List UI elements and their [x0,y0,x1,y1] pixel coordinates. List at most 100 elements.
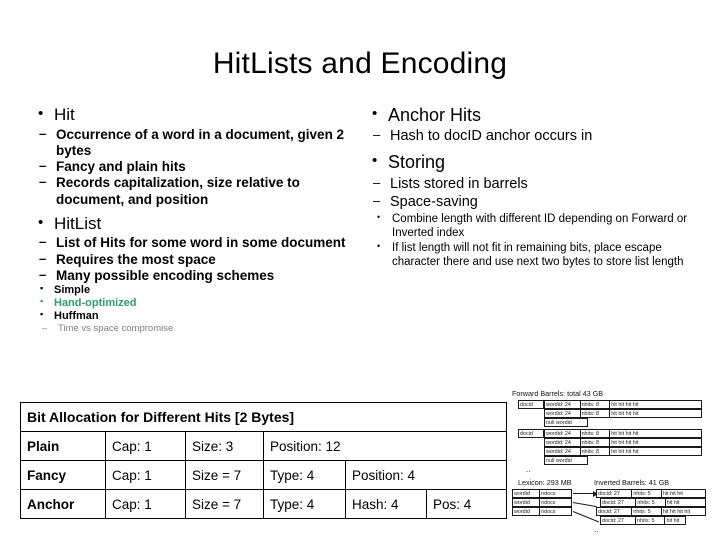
bit-allocation-table: Bit Allocation for Different Hits [2 Byt… [19,402,508,519]
lexicon-caption: Lexicon: 293 MB [518,478,572,487]
inverted-row: docid: 27 nhits: 5 hit hit hit [596,489,706,498]
bullet-text: Hash to docID anchor occurs in [390,128,593,145]
bullet-square-icon: ▪ [40,295,44,306]
bullet-dot-icon: • [372,105,378,122]
page-title: HitLists and Encoding [212,47,508,80]
inverted-row: docid: 27 nhits: 5 hit hit [600,516,686,525]
cell-anchor-hash: Hash: 4 [345,489,427,519]
bullet-dot-icon: • [38,105,44,122]
forward-wordid: wordid: 24 [545,401,581,408]
lexicon-ndocs: ndocs [541,499,556,506]
forward-row: wordid: 24 nhits: 8 hit hit hit hit [544,438,702,447]
inverted-hits: hit hit [666,499,680,506]
cell-fancy-size: Size = 7 [185,460,264,490]
row-label-fancy: Fancy [20,460,106,490]
bullet-text: Requires the most space [56,251,216,267]
right-content-column: • Anchor Hits – Hash to docID anchor occ… [358,104,690,269]
cell-plain-cap: Cap: 1 [105,431,186,461]
bullet-hitlist: • HitList [24,213,354,235]
cell-fancy-position: Position: 4 [344,460,508,490]
slide-canvas: HitLists and Encoding • Hit – Occurrence… [0,0,720,540]
bullet-text: Lists stored in barrels [390,176,528,193]
left-bullet-list: • Hit – Occurrence of a word in a docume… [24,104,354,334]
forward-row: wordid: 24 nhits: 8 hit hit hit hit [544,400,702,409]
bullet-text: List of Hits for some word in some docum… [56,235,346,251]
bullet-text: Combine length with different ID dependi… [392,213,688,239]
forward-null-wordid: null wordid [546,457,572,464]
bullet-time-vs-space: – Time vs space compromise [24,323,354,334]
lexicon-ndocs: ndocs [541,490,556,497]
lexicon-row: wordid ndocs [512,489,572,498]
inverted-row: docid: 27 nhits: 5 hit hit hit hit [596,507,706,516]
inverted-docid: docid: 27 [601,499,637,506]
table-caption: Bit Allocation for Different Hits [2 Byt… [19,402,508,432]
inverted-nhits: nhits: 5 [636,499,666,506]
forward-nhits: nhits: 8 [581,448,611,455]
forward-null-row: null wordid [544,456,588,465]
lexicon-pointer-line [572,502,597,508]
bullet-fancy-plain: – Fancy and plain hits [24,158,354,175]
bullet-dash-icon: – [373,127,381,143]
forward-nhits: nhits: 8 [581,410,611,417]
bullet-dot-icon: • [372,152,378,170]
bullet-dash-icon: – [373,192,381,208]
bullet-dot-small-icon: • [377,241,381,252]
forward-wordid: wordid: 24 [545,448,581,455]
forward-hits: hit hit hit hit [611,430,639,437]
bullet-records-capitalization: – Records capitalization, size relative … [24,174,354,207]
bullet-hit: • Hit [24,104,354,126]
bullet-requires-space: – Requires the most space [24,250,354,268]
bullet-dash-icon: – [39,266,47,282]
bullet-dash-icon: – [39,158,47,174]
bullet-huffman: ▪ Huffman [24,309,354,323]
forward-row: wordid: 24 nhits: 8 hit hit hit hit [544,447,702,456]
forward-hits: hit hit hit hit [611,401,639,408]
inverted-hits: hit hit [666,517,680,524]
bullet-dash-icon: – [39,125,47,141]
forward-hits: hit hit hit hit [611,448,639,455]
inverted-docid: docid: 27 [597,508,633,515]
forward-nhits: nhits: 8 [581,401,611,408]
bullet-storing: • Storing [358,151,690,174]
row-label-anchor: Anchor [20,489,106,519]
forward-wordid: wordid: 24 [545,430,581,437]
bullet-dash-icon: – [39,250,47,266]
cell-anchor-pos: Pos: 4 [425,489,508,519]
barrels-figure: Forward Barrels: total 43 GB docid wordi… [512,389,712,537]
cell-plain-size: Size: 3 [185,431,264,461]
cell-fancy-cap: Cap: 1 [105,460,186,490]
bullet-occurrence: – Occurrence of a word in a document, gi… [24,125,354,159]
bullet-hash-to-docid: – Hash to docID anchor occurs in [358,127,690,145]
lexicon-arrow [573,490,598,497]
forward-nhits: nhits: 8 [581,439,611,446]
bullet-text: Many possible encoding schemes [56,267,275,283]
cell-plain-position: Position: 12 [262,431,508,461]
bullet-space-saving: – Space-saving [358,192,690,211]
bullet-dash-icon: – [42,322,48,333]
bullet-text: Time vs space compromise [58,322,174,334]
inverted-nhits: nhits: 5 [632,490,662,497]
forward-wordid: wordid: 24 [545,410,581,417]
forward-docid-box: docid [518,400,544,409]
cell-fancy-type: Type: 4 [263,460,346,490]
bullet-lists-in-barrels: – Lists stored in barrels [358,175,690,193]
inverted-docid: docid: 27 [597,490,633,497]
bullet-dot-small-icon: • [377,212,381,223]
cell-anchor-type: Type: 4 [263,489,346,519]
inverted-hits: hit hit hit hit [662,508,691,515]
lexicon-wordid: wordid [513,490,541,497]
bullet-text: HitList [54,213,102,233]
row-label-plain: Plain [20,431,106,461]
cell-anchor-cap: Cap: 1 [105,489,186,519]
forward-docid-box: docid [518,429,544,438]
bullet-dash-icon: – [39,234,47,250]
forward-null-wordid: null wordid [546,419,572,426]
bullet-simple: ▪ Simple [24,283,354,297]
lexicon-wordid: wordid [513,508,541,515]
inverted-nhits: nhits: 5 [636,517,666,524]
lexicon-wordid: wordid [513,499,541,506]
bullet-text: Hit [54,105,75,124]
forward-barrels-caption: Forward Barrels: total 43 GB [512,389,604,398]
forward-hits: hit hit hit hit [611,439,639,446]
bullet-hand-optimized: ▪ Hand-optimized [24,295,354,310]
